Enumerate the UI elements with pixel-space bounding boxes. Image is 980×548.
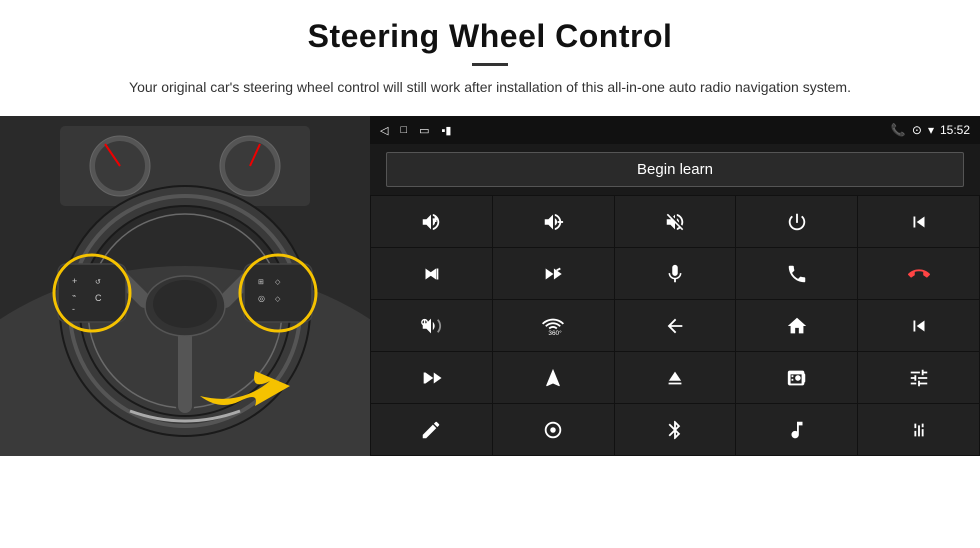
- settings-adj-button[interactable]: [858, 352, 979, 403]
- prev-track-button[interactable]: [858, 196, 979, 247]
- android-panel: ◁ □ ▭ ▪▮ 📞 ⊙ ▾ 15:52 Begin learn: [370, 116, 980, 456]
- status-left: ◁ □ ▭ ▪▮: [380, 124, 451, 137]
- back-nav-button[interactable]: [615, 300, 736, 351]
- music-note-button[interactable]: [736, 404, 857, 455]
- page-container: Steering Wheel Control Your original car…: [0, 0, 980, 548]
- next-skip-button[interactable]: [493, 248, 614, 299]
- navigation-button[interactable]: [493, 352, 614, 403]
- android-panel-wrapper: ◁ □ ▭ ▪▮ 📞 ⊙ ▾ 15:52 Begin learn: [370, 116, 980, 548]
- eject-button[interactable]: [615, 352, 736, 403]
- skip-forward-button[interactable]: [371, 248, 492, 299]
- status-bar: ◁ □ ▭ ▪▮ 📞 ⊙ ▾ 15:52: [370, 116, 980, 144]
- svg-text:◎: ◎: [258, 294, 265, 303]
- circle-dot-button[interactable]: [493, 404, 614, 455]
- time-display: 15:52: [940, 123, 970, 137]
- svg-text:⊞: ⊞: [258, 279, 264, 286]
- svg-text:C: C: [95, 293, 102, 303]
- fast-forward-button[interactable]: [371, 352, 492, 403]
- svg-text:↺: ↺: [95, 279, 101, 286]
- mute-button[interactable]: [615, 196, 736, 247]
- hang-up-button[interactable]: [858, 248, 979, 299]
- location-icon: ⊙: [912, 123, 922, 137]
- begin-learn-button[interactable]: Begin learn: [386, 152, 964, 187]
- radio-button[interactable]: [736, 352, 857, 403]
- phone-button[interactable]: [736, 248, 857, 299]
- vol-up-button[interactable]: [371, 196, 492, 247]
- equalizer-button[interactable]: [858, 404, 979, 455]
- media-indicator: ▪▮: [442, 124, 452, 137]
- phone-status-icon: 📞: [891, 123, 906, 137]
- home-nav-button[interactable]: [736, 300, 857, 351]
- microphone-button[interactable]: [615, 248, 736, 299]
- begin-learn-row: Begin learn: [370, 144, 980, 195]
- subtitle-text: Your original car's steering wheel contr…: [90, 76, 890, 98]
- status-right: 📞 ⊙ ▾ 15:52: [891, 123, 970, 137]
- power-button[interactable]: [736, 196, 857, 247]
- home-btn[interactable]: □: [400, 124, 407, 136]
- back-btn[interactable]: ◁: [380, 124, 388, 137]
- speaker-button[interactable]: [371, 300, 492, 351]
- wifi-icon: ▾: [928, 123, 934, 137]
- svg-text:◇: ◇: [275, 296, 281, 303]
- title-divider: [472, 63, 508, 66]
- svg-text:-: -: [72, 304, 75, 314]
- svg-text:⌁: ⌁: [72, 293, 76, 300]
- svg-text:◇: ◇: [275, 279, 281, 286]
- page-title: Steering Wheel Control: [40, 18, 940, 55]
- skip-back-button[interactable]: [858, 300, 979, 351]
- gear-icon[interactable]: ⚙: [950, 516, 970, 542]
- steering-wheel-image: + ⌁ - ↺ C ⊞ ◇ ◎ ◇: [0, 116, 370, 456]
- bluetooth-button[interactable]: [615, 404, 736, 455]
- vol-down-button[interactable]: [493, 196, 614, 247]
- seicane-watermark: Seicane: [626, 514, 723, 540]
- svg-text:360°: 360°: [549, 329, 563, 337]
- content-section: + ⌁ - ↺ C ⊞ ◇ ◎ ◇: [0, 116, 980, 548]
- 360-button[interactable]: 360°: [493, 300, 614, 351]
- header-section: Steering Wheel Control Your original car…: [0, 0, 980, 108]
- controls-grid: 360°: [370, 195, 980, 456]
- recents-btn[interactable]: ▭: [419, 124, 429, 137]
- svg-text:+: +: [72, 276, 77, 286]
- pen-button[interactable]: [371, 404, 492, 455]
